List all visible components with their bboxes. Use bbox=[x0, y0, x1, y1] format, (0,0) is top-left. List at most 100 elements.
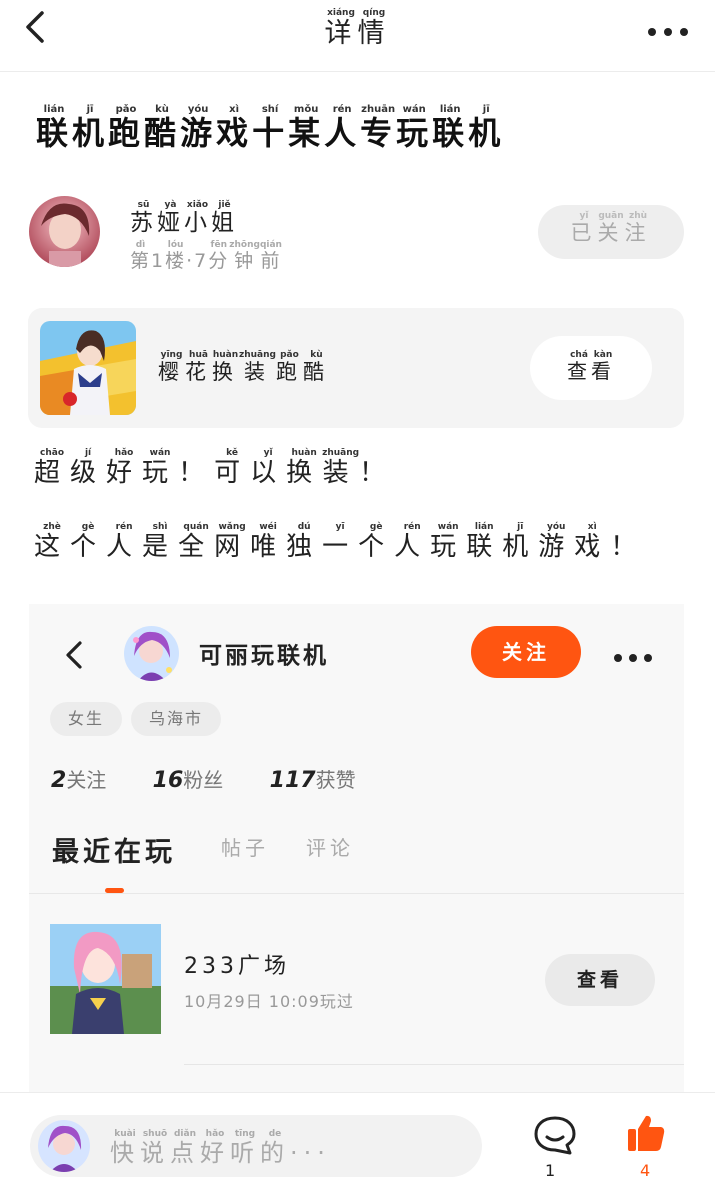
ruby-char: 玩wán bbox=[396, 104, 433, 152]
divider bbox=[29, 893, 684, 894]
recent-game-view-button: 查看 bbox=[545, 954, 655, 1006]
recent-game-thumbnail bbox=[50, 924, 161, 1034]
ruby-char: 快kuài bbox=[110, 1129, 140, 1167]
game-thumbnail bbox=[40, 321, 136, 415]
ruby-char: 换huàn bbox=[286, 448, 323, 488]
ruby-char: 楼lóu bbox=[165, 240, 187, 272]
ruby-char: 专zhuān bbox=[360, 104, 397, 152]
profile-stats: 2关注 16粉丝 117获赞 bbox=[51, 764, 396, 793]
more-button[interactable] bbox=[647, 22, 689, 36]
ruby-char: 7 bbox=[194, 250, 209, 272]
comment-input[interactable]: 快kuài说shuō点diǎn好hǎo听tīng的de··· bbox=[30, 1115, 482, 1177]
like-count: 4 bbox=[640, 1161, 651, 1179]
ruby-char: 详xiáng bbox=[324, 8, 358, 49]
tab-posts: 帖子 bbox=[221, 836, 269, 860]
tab-recent-play: 最近在玩 bbox=[52, 837, 176, 868]
comment-placeholder: 快kuài说shuō点diǎn好hǎo听tīng的de··· bbox=[110, 1129, 331, 1168]
ruby-char: 说shuō bbox=[140, 1129, 170, 1167]
tag-gender: 女生 bbox=[50, 702, 123, 736]
ruby-char: · bbox=[186, 250, 195, 272]
ruby-char: 已yǐ bbox=[570, 211, 598, 245]
ruby-char: 花huā bbox=[185, 350, 212, 384]
tab-comments: 评论 bbox=[306, 836, 354, 860]
ruby-char: 装zhuāng bbox=[239, 350, 276, 384]
ruby-char: 娅yà bbox=[157, 200, 184, 236]
ruby-char: 戏xì bbox=[216, 104, 253, 152]
tag-city: 乌海市 bbox=[131, 702, 222, 736]
like-button[interactable] bbox=[626, 1113, 666, 1153]
author-name[interactable]: 苏sū娅yà小xiǎo姐jiě bbox=[130, 200, 238, 237]
ruby-char: 联lián bbox=[432, 104, 469, 152]
author-avatar[interactable] bbox=[29, 196, 100, 267]
ruby-char: 跑pǎo bbox=[108, 104, 145, 152]
embedded-username: 可丽玩联机 bbox=[199, 643, 329, 669]
ruby-char: 个gè bbox=[358, 522, 395, 562]
game-name: 樱yīng花huā换huàn装zhuāng跑pǎo酷kù bbox=[158, 350, 330, 386]
post-title: 联lián机jī跑pǎo酷kù游yóu戏xì十shí某mǒu人rén专zhuān… bbox=[36, 104, 504, 154]
followed-button[interactable]: 已yǐ关guān注zhù bbox=[538, 205, 684, 259]
ruby-char: 超chāo bbox=[34, 448, 71, 488]
ruby-char: 好hǎo bbox=[106, 448, 143, 488]
ruby-char: 人rén bbox=[324, 104, 361, 152]
ruby-char: 网wǎng bbox=[214, 522, 251, 562]
ruby-char: 注zhù bbox=[624, 211, 652, 245]
ruby-char: 钟zhōng bbox=[229, 240, 260, 272]
top-bar: 详xiáng情qíng bbox=[0, 0, 715, 72]
recent-game-time: 10月29日 10:09玩过 bbox=[184, 992, 354, 1011]
embedded-follow-button: 关注 bbox=[471, 626, 581, 678]
embedded-back-icon bbox=[63, 640, 85, 670]
more-icon bbox=[648, 28, 688, 36]
ruby-char: 是shì bbox=[142, 522, 179, 562]
ruby-char: 游yóu bbox=[180, 104, 217, 152]
divider bbox=[184, 1064, 684, 1065]
ruby-char: 看kàn bbox=[591, 350, 615, 383]
recent-game-name: 233广场 bbox=[184, 954, 290, 979]
my-avatar bbox=[38, 1120, 90, 1172]
ruby-char: 好hǎo bbox=[200, 1129, 230, 1167]
ruby-char: 酷kù bbox=[144, 104, 181, 152]
comment-count: 1 bbox=[545, 1161, 556, 1179]
ruby-char: 这zhè bbox=[34, 522, 71, 562]
game-card[interactable]: 樱yīng花huā换huàn装zhuāng跑pǎo酷kù 查chá看kàn bbox=[28, 308, 684, 428]
ruby-char: 以yǐ bbox=[250, 448, 287, 488]
like-icon bbox=[628, 1115, 665, 1151]
ruby-char: 跑pǎo bbox=[275, 350, 303, 384]
ruby-char: 戏xì bbox=[574, 522, 611, 562]
ruby-char: 一yī bbox=[322, 522, 359, 562]
ruby-char: 某mǒu bbox=[288, 104, 325, 152]
ruby-char: ！ bbox=[610, 532, 647, 562]
ruby-char: 关guān bbox=[597, 211, 625, 245]
ruby-char: 前qián bbox=[259, 240, 282, 272]
ruby-char: 全quán bbox=[178, 522, 215, 562]
ruby-char: 机jī bbox=[502, 522, 539, 562]
comment-icon bbox=[534, 1116, 576, 1155]
ruby-char: 机jī bbox=[468, 104, 505, 152]
embedded-avatar bbox=[124, 626, 179, 681]
game-view-button[interactable]: 查chá看kàn bbox=[530, 336, 652, 400]
embedded-profile-screenshot[interactable]: 可丽玩联机 关注 女生 乌海市 2关注 16粉丝 117获赞 最近在玩 帖子 评… bbox=[29, 604, 684, 1092]
ruby-char: 姐jiě bbox=[211, 200, 238, 236]
ruby-char: 联lián bbox=[36, 104, 73, 152]
ruby-char: 情qíng bbox=[357, 8, 391, 49]
ruby-char: 樱yīng bbox=[158, 350, 185, 384]
ruby-char: 个gè bbox=[70, 522, 107, 562]
post-floor-time: 第dì1 楼lóu· 7 分fēn钟zhōng前qián bbox=[130, 240, 282, 273]
ruby-char: 酷kù bbox=[302, 350, 330, 384]
ruby-char: 第dì bbox=[130, 240, 152, 272]
page-title: 详xiáng情qíng bbox=[0, 8, 715, 50]
ruby-char: 查chá bbox=[567, 350, 591, 383]
ruby-char: ··· bbox=[290, 1139, 331, 1167]
ruby-char: 独dú bbox=[286, 522, 323, 562]
ruby-char: ！ bbox=[178, 458, 215, 488]
stat-fans: 16粉丝 bbox=[152, 768, 224, 793]
ruby-char: 联lián bbox=[466, 522, 503, 562]
ruby-char: 唯wéi bbox=[250, 522, 287, 562]
ruby-char: 十shí bbox=[252, 104, 289, 152]
ruby-char: 人rén bbox=[106, 522, 143, 562]
post-body-line-1: 超chāo级jí好hǎo玩wán！ 可kě以yǐ换huàn装zhuāng！ bbox=[34, 448, 395, 489]
comment-button[interactable] bbox=[532, 1115, 578, 1157]
ruby-char: 玩wán bbox=[142, 448, 179, 488]
ruby-char: 点diǎn bbox=[170, 1129, 200, 1167]
ruby-char: 可kě bbox=[214, 448, 251, 488]
embedded-more-icon bbox=[613, 648, 653, 662]
